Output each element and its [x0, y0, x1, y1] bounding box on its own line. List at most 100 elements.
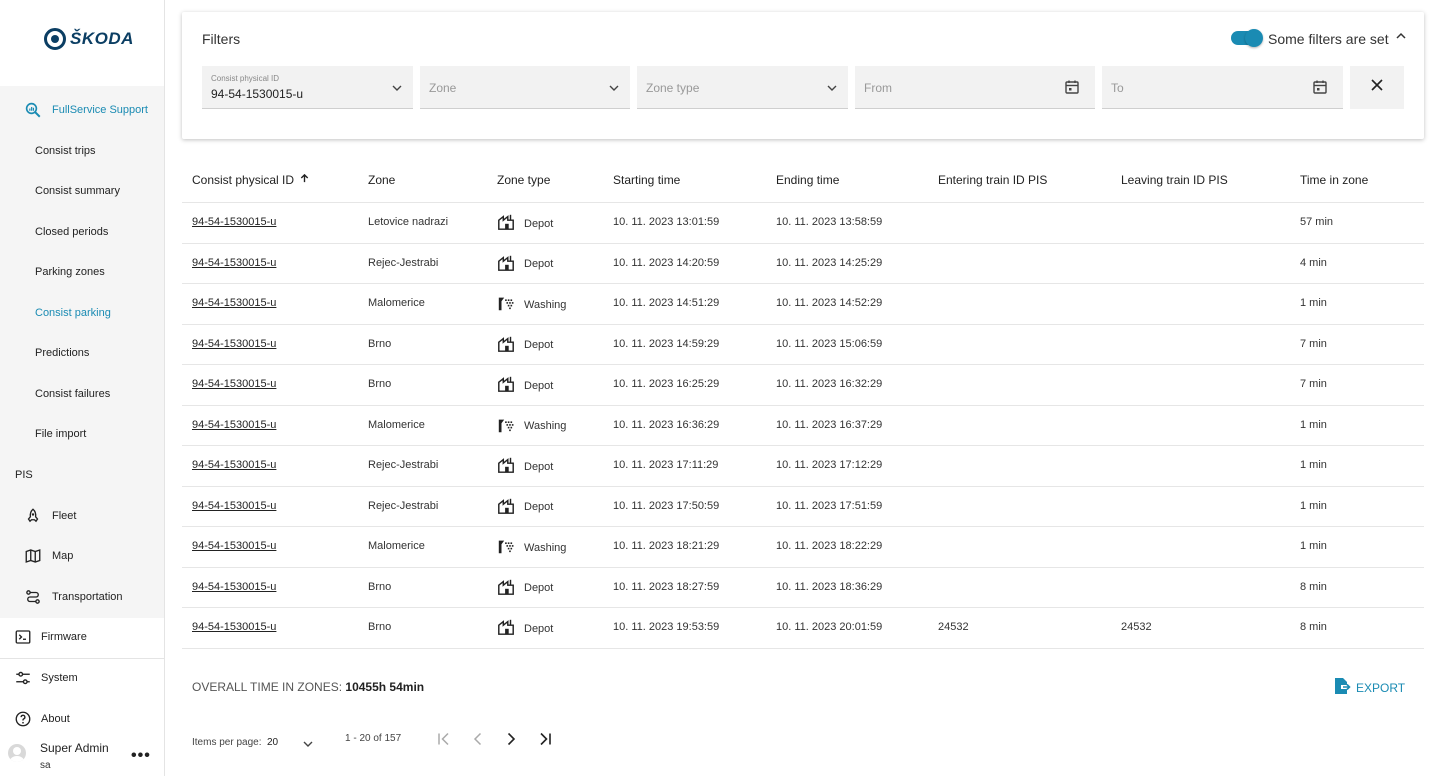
sidebar-item-consist-parking[interactable]: Consist parking	[0, 297, 164, 329]
sidebar-item-predictions[interactable]: Predictions	[0, 337, 164, 369]
column-header-starting-time[interactable]: Starting time	[613, 173, 680, 187]
terminal-icon	[14, 628, 32, 646]
cell-zone: Malomerice	[368, 540, 425, 552]
sidebar-item-label: Map	[52, 550, 74, 562]
cell-ending-time: 10. 11. 2023 16:32:29	[776, 378, 883, 390]
items-per-page-value[interactable]: 20	[267, 737, 278, 748]
last-page-button[interactable]	[535, 730, 555, 750]
table-body: 94-54-1530015-u Letovice nadrazi Depot 10. …	[182, 203, 1424, 649]
cell-zone-type: Depot	[497, 375, 553, 396]
items-per-page-label: Items per page:	[192, 737, 262, 748]
cell-zone: Brno	[368, 378, 392, 390]
column-header-leaving-train-id[interactable]: Leaving train ID PIS	[1121, 173, 1228, 187]
search-analytics-icon	[24, 101, 42, 119]
cell-starting-time: 10. 11. 2023 16:36:29	[613, 418, 720, 431]
cell-time-in-zone: 1 min	[1300, 297, 1327, 309]
calendar-icon[interactable]	[1064, 79, 1080, 95]
sidebar-item-closed-periods[interactable]: Closed periods	[0, 216, 164, 248]
rocket-icon	[24, 507, 42, 525]
cell-time-in-zone: 57 min	[1300, 216, 1334, 228]
clear-filters-button[interactable]	[1350, 66, 1404, 109]
brand-name: ŠKODA	[70, 29, 134, 48]
column-header-time-in-zone[interactable]: Time in zone	[1300, 173, 1368, 187]
cell-zone: Letovice nadrazi	[368, 216, 449, 228]
sidebar-item-parking-zones[interactable]: Parking zones	[0, 256, 164, 288]
first-page-icon	[436, 731, 452, 750]
export-button[interactable]: EXPORT	[1332, 676, 1405, 699]
cell-starting-time: 10. 11. 2023 17:11:29	[613, 459, 719, 471]
consist-id-link[interactable]: 94-54-1530015-u	[192, 297, 276, 309]
consist-id-link[interactable]: 94-54-1530015-u	[192, 500, 276, 512]
zone-type-label: Depot	[524, 379, 554, 392]
consist-id-link[interactable]: 94-54-1530015-u	[192, 621, 276, 633]
to-date-field[interactable]: To	[1102, 66, 1343, 109]
factory-icon	[497, 213, 515, 234]
from-date-field[interactable]: From	[855, 66, 1095, 109]
consist-id-link[interactable]: 94-54-1530015-u	[192, 338, 276, 350]
cell-ending-time: 10. 11. 2023 20:01:59	[776, 621, 883, 633]
car-wash-icon	[497, 537, 515, 558]
sidebar-item-consist-summary[interactable]: Consist summary	[0, 175, 164, 207]
column-header-label: Consist physical ID	[192, 173, 295, 187]
chevron-up-icon[interactable]	[1394, 29, 1408, 43]
filters-toggle[interactable]	[1231, 29, 1263, 47]
sidebar-item-map[interactable]: Map	[0, 540, 164, 572]
consist-id-link[interactable]: 94-54-1530015-u	[192, 216, 276, 228]
sidebar-item-consist-trips[interactable]: Consist trips	[0, 135, 164, 167]
close-icon	[1370, 78, 1384, 97]
chevron-down-icon[interactable]	[302, 738, 314, 750]
sidebar-item-label: Consist failures	[35, 388, 111, 400]
calendar-icon[interactable]	[1312, 79, 1328, 95]
cell-ending-time: 10. 11. 2023 14:52:29	[776, 297, 883, 309]
column-header-zone[interactable]: Zone	[368, 173, 395, 187]
factory-icon	[497, 497, 515, 518]
sidebar-item-label: About	[41, 713, 70, 725]
column-header-consist-id[interactable]: Consist physical ID	[192, 173, 310, 187]
column-header-ending-time[interactable]: Ending time	[776, 173, 839, 187]
skoda-roundel-icon	[44, 28, 66, 50]
previous-page-button[interactable]	[468, 730, 488, 750]
route-icon	[24, 588, 42, 606]
cell-ending-time: 10. 11. 2023 13:58:59	[776, 216, 883, 228]
column-header-entering-train-id[interactable]: Entering train ID PIS	[938, 173, 1047, 187]
sidebar-item-consist-failures[interactable]: Consist failures	[0, 378, 164, 410]
zone-select[interactable]: Zone	[420, 66, 630, 109]
next-page-button[interactable]	[501, 730, 521, 750]
cell-zone-type: Depot	[497, 213, 553, 234]
sidebar-item-system[interactable]: System	[0, 662, 164, 694]
more-options-icon[interactable]: •••	[131, 747, 151, 765]
consist-id-link[interactable]: 94-54-1530015-u	[192, 581, 276, 593]
help-icon	[14, 710, 32, 728]
consist-id-link[interactable]: 94-54-1530015-u	[192, 257, 276, 269]
cell-zone: Rejec-Jestrabi	[368, 256, 439, 269]
zone-type-label: Washing	[524, 541, 567, 554]
zone-type-select[interactable]: Zone type	[637, 66, 848, 109]
skoda-logo: ŠKODA	[44, 26, 134, 52]
consist-id-link[interactable]: 94-54-1530015-u	[192, 540, 276, 552]
summary-label: OVERALL TIME IN ZONES:	[192, 680, 343, 694]
sidebar-item-label: Consist trips	[35, 145, 96, 157]
column-header-zone-type[interactable]: Zone type	[497, 173, 550, 187]
cell-starting-time: 10. 11. 2023 18:21:29	[613, 540, 720, 552]
sidebar-item-label: Transportation	[52, 591, 123, 603]
factory-icon	[497, 254, 515, 275]
consist-id-link[interactable]: 94-54-1530015-u	[192, 419, 276, 431]
cell-starting-time: 10. 11. 2023 14:51:29	[613, 297, 720, 309]
user-name: Super Admin	[40, 741, 109, 755]
factory-icon	[497, 618, 515, 639]
zone-type-label: Depot	[524, 217, 554, 230]
sidebar-divider	[0, 658, 164, 659]
sidebar-item-fullservice-support[interactable]: FullService Support	[0, 94, 164, 126]
sidebar-item-transportation[interactable]: Transportation	[0, 581, 164, 613]
sidebar-item-file-import[interactable]: File import	[0, 418, 164, 450]
sidebar-item-about[interactable]: About	[0, 703, 164, 735]
consist-id-select[interactable]: Consist physical ID 94-54-1530015-u	[202, 66, 413, 109]
sidebar-item-fleet[interactable]: Fleet	[0, 500, 164, 532]
first-page-button[interactable]	[434, 730, 454, 750]
table-row: 94-54-1530015-u Brno Depot 10. 11. 2023 16:…	[182, 365, 1424, 406]
consist-parking-table: Consist physical ID Zone Zone type Start…	[182, 160, 1424, 649]
consist-id-link[interactable]: 94-54-1530015-u	[192, 459, 276, 471]
consist-id-link[interactable]: 94-54-1530015-u	[192, 378, 276, 390]
sidebar-item-firmware[interactable]: Firmware	[0, 621, 164, 653]
cell-time-in-zone: 1 min	[1300, 459, 1327, 471]
